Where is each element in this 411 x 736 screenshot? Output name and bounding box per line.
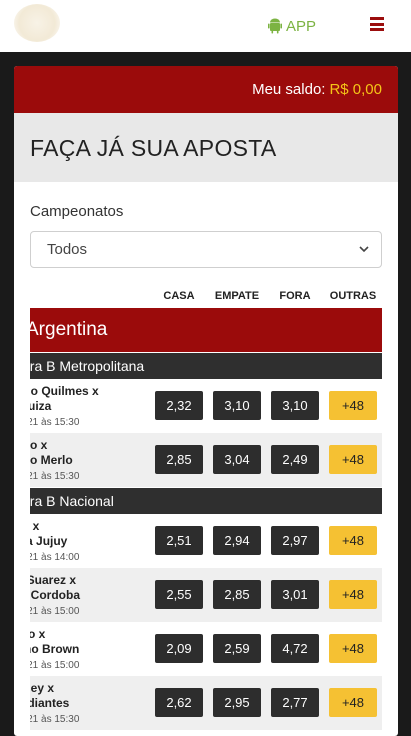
balance-value: R$ 0,00: [329, 81, 382, 98]
balance-bar: Meu saldo: R$ 0,00: [14, 66, 398, 113]
odd-home-button[interactable]: 2,09: [155, 634, 203, 663]
odd-home-button[interactable]: 2,85: [155, 445, 203, 474]
odd-home-button[interactable]: 2,55: [155, 580, 203, 609]
odd-draw-button[interactable]: 2,59: [213, 634, 261, 663]
match-row: n Suarez x to Cordoba 2021 às 15:00 2,55…: [30, 568, 382, 622]
match-row: ys x sia Jujuy 2021 às 14:00 2,51 2,94 2…: [30, 514, 382, 568]
match-datetime: 2021 às 15:30: [30, 417, 80, 428]
match-teams[interactable]: tino Quilmes x rquiza: [30, 384, 99, 414]
odd-draw-button[interactable]: 2,85: [213, 580, 261, 609]
odd-draw-button[interactable]: 3,10: [213, 391, 261, 420]
brand-logo[interactable]: [14, 4, 60, 42]
league-header: Argentina: [30, 308, 382, 352]
chevron-down-icon: [359, 246, 369, 253]
more-markets-button[interactable]: +48: [329, 688, 377, 717]
championship-select[interactable]: Todos: [30, 231, 382, 268]
match-row: uso x tivo Merlo 2021 às 15:30 2,85 3,04…: [30, 433, 382, 487]
app-download-link[interactable]: APP: [268, 16, 316, 36]
odd-draw-button[interactable]: 3,04: [213, 445, 261, 474]
competition-name: era B Nacional: [30, 493, 114, 509]
competition-name: era B Metropolitana: [30, 358, 145, 374]
betting-card: Meu saldo: R$ 0,00 FAÇA JÁ SUA APOSTA Ca…: [14, 66, 398, 736]
column-header-away: FORA: [279, 290, 311, 302]
title-area: FAÇA JÁ SUA APOSTA: [14, 113, 398, 182]
match-teams[interactable]: n Suarez x to Cordoba: [30, 573, 80, 603]
odd-away-button[interactable]: 2,97: [271, 526, 319, 555]
app-label: APP: [286, 17, 317, 35]
odd-away-button[interactable]: 2,49: [271, 445, 319, 474]
match-teams[interactable]: ys x sia Jujuy: [30, 519, 67, 549]
column-header-home: CASA: [163, 290, 195, 302]
column-header-draw: EMPATE: [214, 290, 260, 302]
hamburger-menu-icon[interactable]: [370, 17, 384, 31]
match-teams[interactable]: uso x tivo Merlo: [30, 438, 73, 468]
league-name: Argentina: [30, 319, 108, 340]
competition-header: era B Nacional: [30, 488, 382, 514]
odd-away-button[interactable]: 2,77: [271, 688, 319, 717]
balance-label: Meu saldo:: [252, 81, 326, 98]
more-markets-button[interactable]: +48: [329, 526, 377, 555]
more-markets-button[interactable]: +48: [329, 580, 377, 609]
more-markets-button[interactable]: +48: [329, 445, 377, 474]
odd-home-button[interactable]: 2,32: [155, 391, 203, 420]
odd-away-button[interactable]: 3,10: [271, 391, 319, 420]
championship-selected-value: Todos: [47, 241, 88, 258]
more-markets-button[interactable]: +48: [329, 634, 377, 663]
match-datetime: 2021 às 14:00: [30, 552, 80, 563]
match-datetime: 2021 às 15:30: [30, 471, 80, 482]
match-datetime: 2021 às 15:00: [30, 660, 80, 671]
page-title: FAÇA JÁ SUA APOSTA: [30, 135, 277, 161]
android-icon: [268, 18, 282, 34]
match-teams[interactable]: gro x rmo Brown: [30, 627, 79, 657]
match-datetime: 2021 às 15:30: [30, 714, 80, 725]
column-header-others: OUTRAS: [329, 290, 377, 302]
match-datetime: 2021 às 15:00: [30, 606, 80, 617]
more-markets-button[interactable]: +48: [329, 391, 377, 420]
odd-away-button[interactable]: 3,01: [271, 580, 319, 609]
championship-filter-label: Campeonatos: [30, 203, 124, 220]
match-row: gro x rmo Brown 2021 às 15:00 2,09 2,59 …: [30, 622, 382, 676]
odd-home-button[interactable]: 2,51: [155, 526, 203, 555]
competition-header: era B Metropolitana: [30, 353, 382, 379]
odd-draw-button[interactable]: 2,94: [213, 526, 261, 555]
odd-draw-button[interactable]: 2,95: [213, 688, 261, 717]
match-row: tino Quilmes x rquiza 2021 às 15:30 2,32…: [30, 379, 382, 433]
odd-home-button[interactable]: 2,62: [155, 688, 203, 717]
odd-away-button[interactable]: 4,72: [271, 634, 319, 663]
top-navbar: APP: [0, 0, 411, 52]
match-row: erley x tudiantes 2021 às 15:30 2,62 2,9…: [30, 676, 382, 730]
match-teams[interactable]: erley x tudiantes: [30, 681, 69, 711]
